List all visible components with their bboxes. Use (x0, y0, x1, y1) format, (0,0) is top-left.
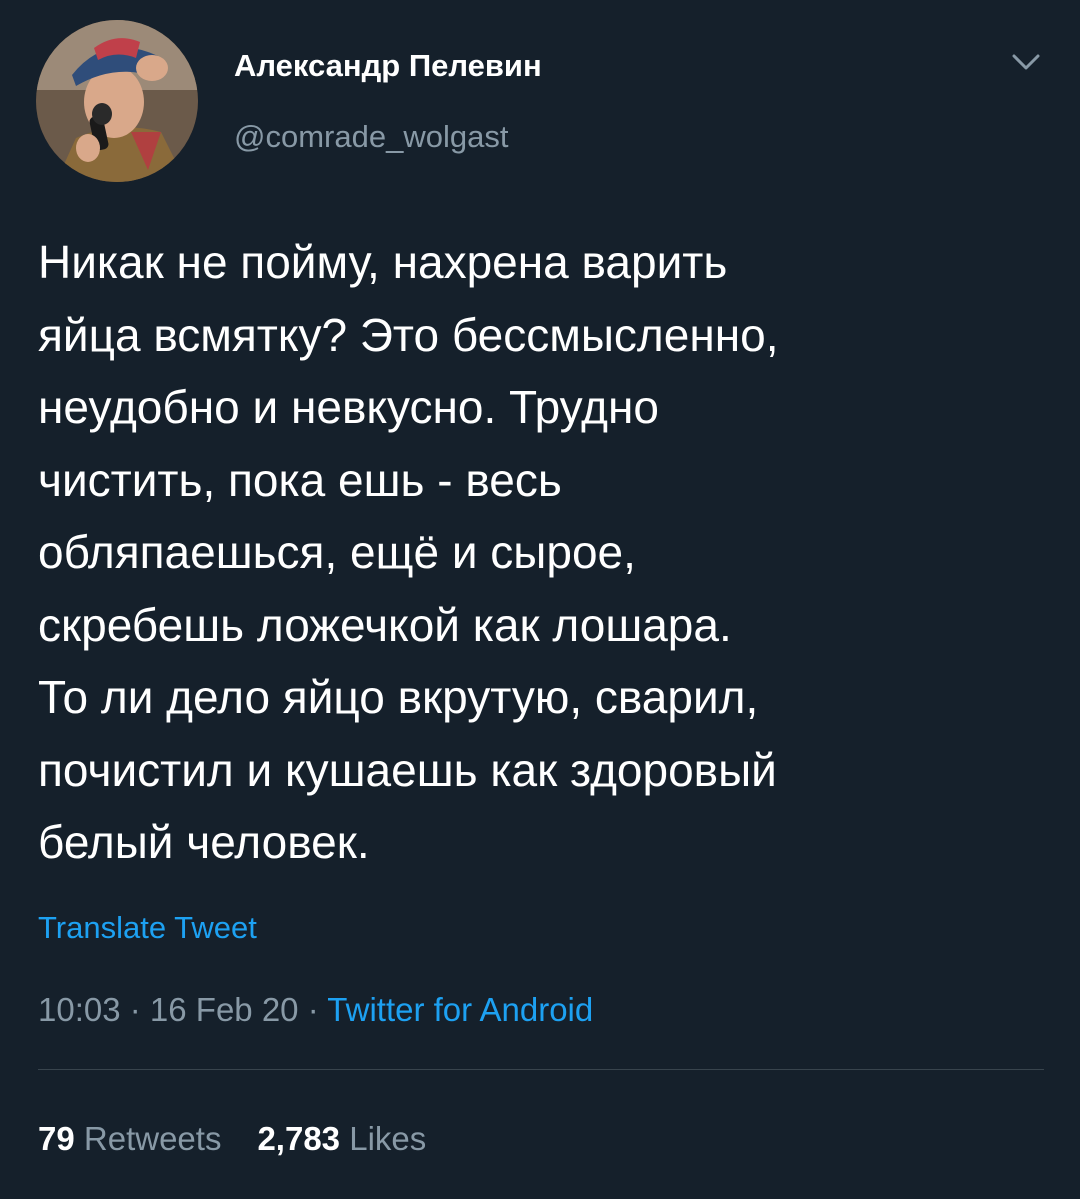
retweets-count: 79 (38, 1120, 75, 1157)
meta-separator: · (120, 991, 150, 1028)
tweet-time: 10:03 (38, 991, 121, 1028)
tweet-meta: 10:03 · 16 Feb 20 · Twitter for Android (38, 988, 593, 1032)
retweets-stat[interactable]: 79 Retweets (38, 1120, 221, 1157)
author-display-name[interactable]: Александр Пелевин (234, 46, 542, 86)
likes-stat[interactable]: 2,783 Likes (257, 1120, 426, 1157)
tweet-text: Никак не пойму, нахрена варить яйца всмя… (38, 236, 779, 868)
avatar[interactable] (36, 20, 198, 182)
chevron-down-icon[interactable] (1006, 46, 1046, 78)
tweet-date: 16 Feb 20 (149, 991, 299, 1028)
tweet-source-link[interactable]: Twitter for Android (327, 991, 593, 1028)
meta-separator: · (298, 991, 328, 1028)
likes-count: 2,783 (257, 1120, 341, 1157)
divider (38, 1069, 1044, 1070)
tweet-stats: 79 Retweets 2,783 Likes (38, 1117, 426, 1161)
author-handle[interactable]: @comrade_wolgast (234, 117, 508, 157)
translate-tweet-link[interactable]: Translate Tweet (38, 908, 257, 948)
retweets-label: Retweets (83, 1120, 222, 1157)
likes-label: Likes (349, 1120, 427, 1157)
